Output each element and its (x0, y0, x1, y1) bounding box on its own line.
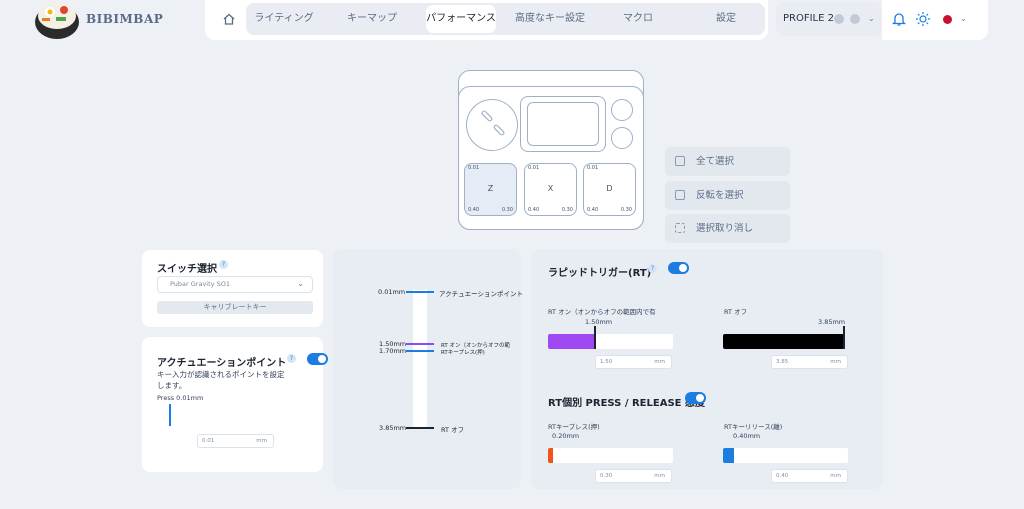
key-actuation-value: 0.01 (528, 165, 540, 171)
key-press-value: 0.40 (528, 207, 540, 213)
rt-off-input[interactable]: 3.85 mm (771, 355, 848, 369)
language-flag-icon[interactable] (943, 15, 952, 24)
rt-off-bar-fill (723, 334, 844, 349)
key-press-value: 0.40 (468, 207, 480, 213)
scale-value-rt-off: 3.85mm (379, 424, 407, 432)
rt-on-bar-fill (548, 334, 594, 349)
rt-press-value-label: 0.20mm (552, 432, 580, 440)
rt-press-label: RTキープレス(押) (548, 423, 600, 431)
actuation-marker (169, 404, 171, 426)
key-z[interactable]: 0.01 Z 0.40 0.30 (464, 163, 517, 216)
rt-release-label: RTキーリリース(離) (724, 423, 783, 431)
rt-on-marker[interactable] (594, 326, 596, 349)
rt-separate-toggle[interactable] (685, 392, 706, 404)
help-icon[interactable]: ? (648, 264, 657, 273)
rapid-trigger-toggle[interactable] (668, 262, 689, 274)
download-icon[interactable] (834, 14, 844, 24)
nav-item-performance[interactable]: パフォーマンス (426, 5, 496, 33)
rt-on-bar[interactable] (548, 334, 673, 349)
key-label: D (606, 184, 613, 193)
chevron-down-icon[interactable]: ⌄ (868, 14, 875, 23)
home-icon[interactable] (222, 12, 236, 26)
deselect-icon (675, 223, 685, 233)
calibrate-key-button[interactable]: キャリブレートキー (157, 301, 313, 314)
scale-label-rt-off: RT オフ (441, 426, 465, 434)
upload-icon[interactable] (850, 14, 860, 24)
travel-scale-track (413, 290, 427, 429)
scale-value-actuation: 0.01mm (378, 288, 406, 296)
switch-select-dropdown[interactable]: Pubar Gravity SO1 ⌄ (157, 276, 313, 293)
language-chevron-icon[interactable]: ⌄ (960, 14, 967, 23)
keyboard-knob[interactable] (466, 99, 518, 151)
rt-release-value-label: 0.40mm (733, 432, 761, 440)
nav-item-advanced-keys[interactable]: 高度なキー設定 (514, 3, 586, 35)
clear-selection-button[interactable]: 選択取り消し (665, 214, 790, 243)
scale-label-actuation: アクチュエーションポイント (439, 290, 524, 298)
press-label: Press 0.01mm (157, 394, 204, 402)
key-label: X (547, 184, 554, 193)
switch-select-title: スイッチ選択 (157, 264, 217, 275)
actuation-input[interactable]: 0.01 mm (197, 434, 274, 448)
invert-selection-button[interactable]: 反転を選択 (665, 181, 790, 210)
chevron-down-icon: ⌄ (297, 279, 304, 288)
actuation-title: アクチュエーションポイント (157, 358, 287, 369)
keyboard-side-button-top[interactable] (611, 99, 633, 121)
key-release-value: 0.30 (620, 207, 632, 213)
bibimbap-logo (35, 3, 79, 39)
rt-off-bar[interactable] (723, 334, 844, 349)
sun-icon[interactable] (915, 11, 931, 27)
scale-tick-actuation (406, 291, 434, 293)
scale-tick-rt-off (406, 427, 434, 429)
check-square-icon (675, 156, 685, 166)
key-release-value: 0.30 (561, 207, 573, 213)
keyboard-side-button-bottom[interactable] (611, 127, 633, 149)
nav-item-settings[interactable]: 設定 (692, 3, 760, 35)
key-release-value: 0.30 (501, 207, 513, 213)
key-d[interactable]: 0.01 D 0.40 0.30 (583, 163, 636, 216)
select-all-button[interactable]: 全て選択 (665, 147, 790, 176)
rt-press-bar[interactable] (548, 448, 673, 463)
rt-press-input[interactable]: 0.30 mm (595, 469, 672, 483)
rt-on-value-label: 1.50mm (585, 318, 613, 326)
key-label: Z (487, 184, 494, 193)
rt-release-bar[interactable] (723, 448, 848, 463)
rt-release-input[interactable]: 0.40 mm (771, 469, 848, 483)
scale-value-rt-press: 1.70mm (379, 347, 407, 355)
help-icon[interactable]: ? (287, 354, 296, 363)
rt-off-label: RT オフ (724, 308, 748, 316)
rapid-trigger-title: ラピッドトリガー(RT) (548, 268, 652, 279)
actuation-description: キー入力が認識されるポイントを設定 (157, 370, 285, 379)
nav-item-lighting[interactable]: ライティング (250, 3, 318, 35)
rt-on-input[interactable]: 1.50 mm (595, 355, 672, 369)
profile-label: PROFILE 2 (783, 13, 834, 24)
brand-name: BIBIMBAP (86, 12, 164, 26)
nav-track (246, 3, 765, 35)
actuation-toggle[interactable] (307, 353, 328, 365)
scale-tick-rt-on (406, 343, 434, 345)
rt-press-bar-fill (548, 448, 553, 463)
rt-separate-title: RT個別 PRESS / RELEASE 感度 (548, 398, 705, 409)
nav-item-keymap[interactable]: キーマップ (338, 3, 406, 35)
rt-off-value-label: 3.85mm (818, 318, 846, 326)
key-x[interactable]: 0.01 X 0.40 0.30 (524, 163, 577, 216)
copy-icon (675, 190, 685, 200)
rt-release-bar-fill (723, 448, 734, 463)
key-actuation-value: 0.01 (468, 165, 480, 171)
actuation-description-2: します。 (157, 381, 187, 390)
scale-tick-rt-press (406, 350, 434, 352)
travel-scale-panel (333, 249, 521, 489)
bell-icon[interactable] (892, 11, 906, 27)
rt-off-marker[interactable] (843, 326, 845, 349)
key-actuation-value: 0.01 (587, 165, 599, 171)
help-icon[interactable]: ? (219, 260, 228, 269)
key-press-value: 0.40 (587, 207, 599, 213)
rt-on-label: RT オン（オンからオフの範囲内で有 (548, 308, 656, 316)
scale-label-rt-press: RTキープレス(押) (441, 350, 485, 356)
nav-item-macro[interactable]: マクロ (604, 3, 672, 35)
keyboard-screen (527, 102, 599, 146)
